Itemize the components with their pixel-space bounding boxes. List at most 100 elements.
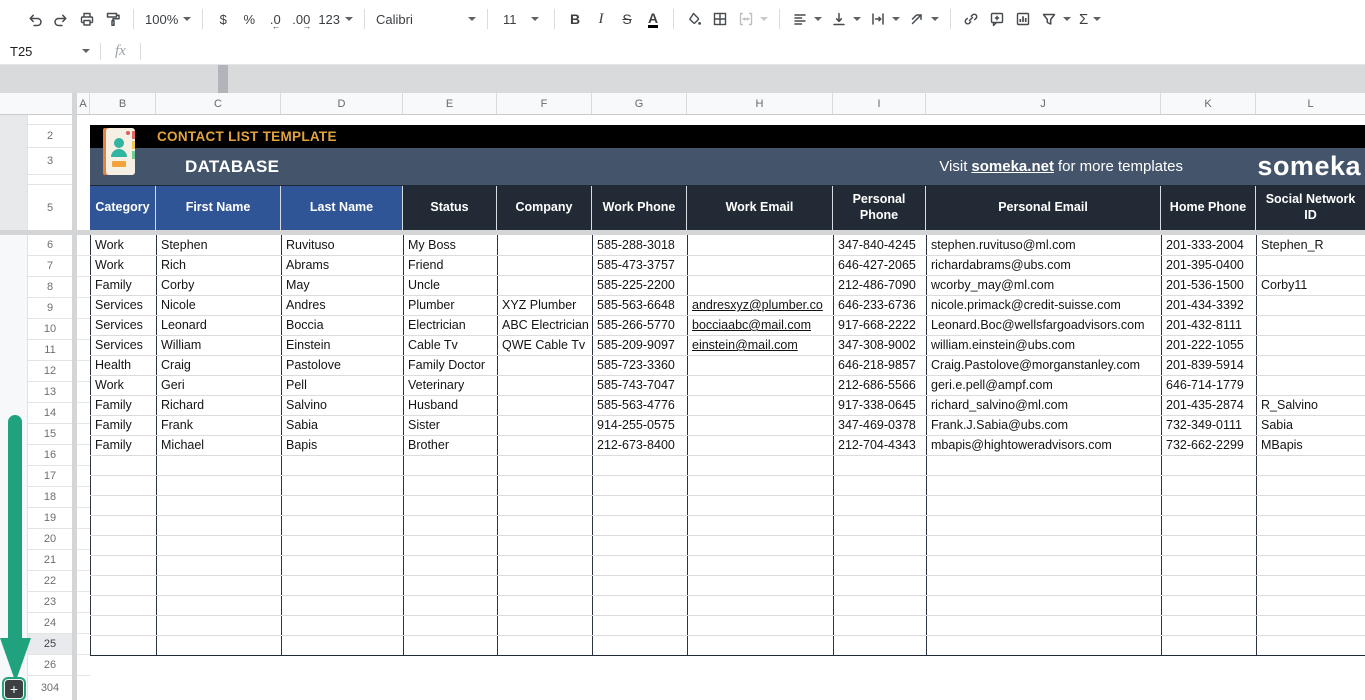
- undo-button[interactable]: [22, 6, 48, 32]
- row-header[interactable]: 12: [28, 361, 72, 382]
- cell-first-name[interactable]: Frank: [156, 415, 282, 436]
- cell-last-name[interactable]: Abrams: [281, 255, 404, 276]
- cell-home-phone[interactable]: [1161, 515, 1257, 536]
- header-work-phone[interactable]: Work Phone: [592, 186, 687, 230]
- cell-company[interactable]: [497, 495, 593, 516]
- cell-company[interactable]: [497, 355, 593, 376]
- header-company[interactable]: Company: [497, 186, 592, 230]
- cell-category[interactable]: Work: [90, 255, 157, 276]
- cell-personal-email[interactable]: [926, 575, 1162, 596]
- cell-personal-email[interactable]: [926, 515, 1162, 536]
- cell-status[interactable]: [403, 555, 498, 576]
- cell-work-phone[interactable]: 914-255-0575: [592, 415, 688, 436]
- cell-company[interactable]: [497, 615, 593, 636]
- cell-last-name[interactable]: Sabia: [281, 415, 404, 436]
- cell-status[interactable]: My Boss: [403, 235, 498, 256]
- row-header-5[interactable]: 5: [28, 185, 72, 230]
- cell-home-phone[interactable]: 732-662-2299: [1161, 435, 1257, 456]
- cell-first-name[interactable]: Leonard: [156, 315, 282, 336]
- cell-social-id[interactable]: R_Salvino: [1256, 395, 1365, 416]
- cell-personal-email[interactable]: [926, 615, 1162, 636]
- cell-social-id[interactable]: [1256, 555, 1365, 576]
- row-header-1[interactable]: [28, 115, 72, 125]
- cell-social-id[interactable]: [1256, 295, 1365, 316]
- cell-social-id[interactable]: [1256, 335, 1365, 356]
- cell-first-name[interactable]: Corby: [156, 275, 282, 296]
- cell-category[interactable]: Work: [90, 375, 157, 396]
- cell-company[interactable]: [497, 275, 593, 296]
- cell-work-phone[interactable]: [592, 535, 688, 556]
- cell-company[interactable]: [497, 235, 593, 256]
- row-header[interactable]: 19: [28, 508, 72, 529]
- cell-personal-phone[interactable]: 917-668-2222: [833, 315, 927, 336]
- header-work-email[interactable]: Work Email: [687, 186, 833, 230]
- vertical-align-menu[interactable]: [826, 6, 865, 32]
- cell-category[interactable]: Family: [90, 435, 157, 456]
- cell-work-email[interactable]: [687, 415, 834, 436]
- cell-first-name[interactable]: Craig: [156, 355, 282, 376]
- cell-category[interactable]: [90, 635, 157, 656]
- cell-last-name[interactable]: [281, 595, 404, 616]
- cell-work-email[interactable]: einstein@mail.com: [687, 335, 834, 356]
- cell-last-name[interactable]: Boccia: [281, 315, 404, 336]
- cell-status[interactable]: Uncle: [403, 275, 498, 296]
- cell-social-id[interactable]: [1256, 475, 1365, 496]
- cell-home-phone[interactable]: [1161, 635, 1257, 656]
- cell-social-id[interactable]: [1256, 255, 1365, 276]
- cell-last-name[interactable]: [281, 615, 404, 636]
- cell-first-name[interactable]: Stephen: [156, 235, 282, 256]
- cell-first-name[interactable]: Rich: [156, 255, 282, 276]
- cell-home-phone[interactable]: [1161, 495, 1257, 516]
- cell-personal-email[interactable]: mbapis@hightoweradvisors.com: [926, 435, 1162, 456]
- cell-category[interactable]: [90, 515, 157, 536]
- cell-first-name[interactable]: [156, 575, 282, 596]
- cell-work-phone[interactable]: 585-563-4776: [592, 395, 688, 416]
- cell-social-id[interactable]: MBapis: [1256, 435, 1365, 456]
- column-header-l[interactable]: L: [1256, 93, 1365, 114]
- header-status[interactable]: Status: [403, 186, 497, 230]
- cell-social-id[interactable]: [1256, 315, 1365, 336]
- column-a-cells[interactable]: [77, 115, 90, 700]
- header-personal-phone[interactable]: Personal Phone: [833, 186, 926, 230]
- cell-personal-phone[interactable]: 917-338-0645: [833, 395, 927, 416]
- row-header[interactable]: 25: [28, 634, 72, 655]
- cell-home-phone[interactable]: 646-714-1779: [1161, 375, 1257, 396]
- cell-work-email[interactable]: [687, 635, 834, 656]
- cell-work-phone[interactable]: [592, 495, 688, 516]
- freeze-handle[interactable]: [218, 65, 228, 93]
- cell-last-name[interactable]: Pastolove: [281, 355, 404, 376]
- cell-personal-phone[interactable]: [833, 535, 927, 556]
- name-box[interactable]: T25: [0, 38, 100, 64]
- cell-first-name[interactable]: [156, 455, 282, 476]
- text-wrap-menu[interactable]: [865, 6, 904, 32]
- cell-last-name[interactable]: Ruvituso: [281, 235, 404, 256]
- insert-chart-button[interactable]: [1010, 6, 1036, 32]
- cell-last-name[interactable]: Pell: [281, 375, 404, 396]
- cell-first-name[interactable]: [156, 475, 282, 496]
- cell-company[interactable]: [497, 535, 593, 556]
- cell-status[interactable]: [403, 535, 498, 556]
- column-header-i[interactable]: I: [833, 93, 926, 114]
- banner-subtitle-row[interactable]: DATABASE Visit someka.net for more templ…: [90, 148, 1365, 185]
- cell-home-phone[interactable]: 201-434-3392: [1161, 295, 1257, 316]
- cell-personal-email[interactable]: stephen.ruvituso@ml.com: [926, 235, 1162, 256]
- row-header-4[interactable]: [28, 175, 72, 185]
- cell-status[interactable]: [403, 615, 498, 636]
- expand-row-group-button[interactable]: +: [2, 677, 26, 700]
- cell-work-email[interactable]: [687, 255, 834, 276]
- cell-personal-email[interactable]: richardabrams@ubs.com: [926, 255, 1162, 276]
- cell-last-name[interactable]: [281, 555, 404, 576]
- column-header-a[interactable]: A: [77, 93, 90, 114]
- row-header[interactable]: 6: [28, 235, 72, 256]
- cell-work-email[interactable]: [687, 495, 834, 516]
- paint-format-button[interactable]: [100, 6, 126, 32]
- cell-work-email[interactable]: [687, 555, 834, 576]
- row-header[interactable]: 14: [28, 403, 72, 424]
- row-header[interactable]: 23: [28, 592, 72, 613]
- cell-work-phone[interactable]: [592, 615, 688, 636]
- cell-company[interactable]: [497, 555, 593, 576]
- cell-work-phone[interactable]: 585-723-3360: [592, 355, 688, 376]
- row-header[interactable]: 26: [28, 655, 72, 676]
- cell-home-phone[interactable]: [1161, 535, 1257, 556]
- cell-category[interactable]: Health: [90, 355, 157, 376]
